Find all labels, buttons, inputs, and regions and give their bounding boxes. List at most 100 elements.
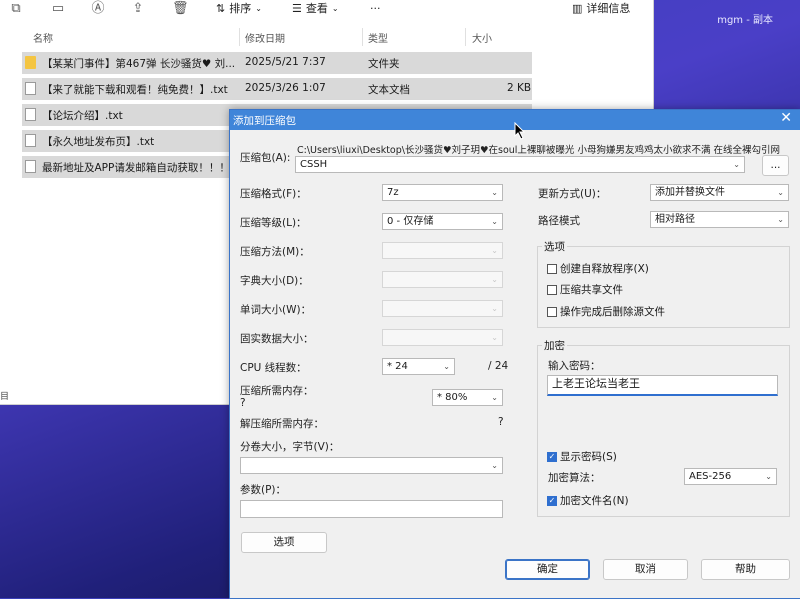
method-select: ⌄ <box>382 242 503 259</box>
details-pane-icon: ▥ <box>572 1 583 15</box>
file-name: 【永久地址发布页】.txt <box>42 136 155 148</box>
path-mode-label: 路径模式 <box>538 215 580 227</box>
chevron-down-icon: ⌄ <box>491 217 498 226</box>
solid-label: 固实数据大小： <box>240 333 314 345</box>
update-value: 添加并替换文件 <box>655 187 725 198</box>
split-size-input[interactable]: ⌄ <box>240 457 503 474</box>
checkbox-box <box>547 284 557 295</box>
chevron-down-icon: ⌄ <box>331 3 339 13</box>
mouse-cursor-icon <box>514 122 526 140</box>
ok-button[interactable]: 确定 <box>505 559 590 580</box>
chevron-down-icon: ⌄ <box>491 188 498 197</box>
format-select[interactable]: 7z ⌄ <box>382 184 503 201</box>
level-value: 0 - 仅存储 <box>387 216 434 227</box>
chevron-down-icon: ⌄ <box>733 160 740 169</box>
share-icon[interactable]: ⇪ <box>130 1 146 17</box>
delete-icon[interactable]: 🗑 <box>172 1 189 17</box>
encryption-method-value: AES-256 <box>689 471 732 482</box>
memory-select[interactable]: * 80% ⌄ <box>432 389 503 406</box>
document-icon <box>25 134 36 147</box>
file-row[interactable]: 【来了就能下载和观看！纯免费！】.txt 2025/3/26 1:07 文本文档… <box>22 78 532 100</box>
chevron-down-icon: ⌄ <box>491 333 498 342</box>
close-icon[interactable]: ✕ <box>780 110 792 126</box>
folder-icon <box>25 56 36 69</box>
copy-icon[interactable]: ⧉ <box>8 1 24 17</box>
show-password-checkbox[interactable]: ✓ 显示密码(S) <box>547 449 617 464</box>
column-divider[interactable] <box>465 28 466 46</box>
explorer-toolbar: ⧉ ▭ Ⓐ ⇪ 🗑 ⇅ 排序 ⌄ ☰ 查看 ⌄ ··· ▥ 详细信息 <box>0 0 653 22</box>
method-label: 压缩方法(M)： <box>240 246 310 258</box>
level-select[interactable]: 0 - 仅存储 ⌄ <box>382 213 503 230</box>
path-mode-select[interactable]: 相对路径 ⌄ <box>650 211 789 228</box>
memory-unknown: ? <box>240 397 246 409</box>
password-value: 上老王论坛当老王 <box>552 377 640 390</box>
memory-value: * 80% <box>437 392 468 403</box>
show-password-label: 显示密码(S) <box>560 451 617 463</box>
document-icon <box>25 82 36 95</box>
cpu-value: * 24 <box>387 361 408 372</box>
add-to-archive-dialog: 添加到压缩包 ✕ 压缩包(A): C:\Users\liuxi\Desktop\… <box>229 109 800 599</box>
file-date: 2025/3/26 1:07 <box>245 82 326 94</box>
paste-icon[interactable]: ▭ <box>50 1 66 17</box>
encrypt-names-checkbox[interactable]: ✓ 加密文件名(N) <box>547 493 629 508</box>
path-mode-value: 相对路径 <box>655 214 695 225</box>
desktop-label: mgm - 副本 <box>717 15 773 26</box>
sfx-checkbox[interactable]: 创建自释放程序(X) <box>547 261 649 276</box>
delete-after-checkbox[interactable]: 操作完成后删除源文件 <box>547 304 665 319</box>
file-row[interactable]: 【某某门事件】第467弹 长沙骚货♥ 刘... 2025/5/21 7:37 文… <box>22 52 532 74</box>
help-button[interactable]: 帮助 <box>701 559 790 580</box>
update-select[interactable]: 添加并替换文件 ⌄ <box>650 184 789 201</box>
password-input[interactable]: 上老王论坛当老王 <box>547 375 778 396</box>
column-type[interactable]: 类型 <box>368 30 388 45</box>
encrypt-names-label: 加密文件名(N) <box>560 495 629 507</box>
options-group-title: 选项 <box>542 239 567 254</box>
chevron-down-icon: ⌄ <box>491 304 498 313</box>
chevron-down-icon: ⌄ <box>443 362 450 371</box>
archive-name-value: CSSH <box>300 159 328 170</box>
update-label: 更新方式(U)： <box>538 188 607 200</box>
details-button[interactable]: ▥ 详细信息 <box>572 0 630 16</box>
encryption-method-select[interactable]: AES-256 ⌄ <box>684 468 777 485</box>
sort-button[interactable]: ⇅ 排序 ⌄ <box>216 0 262 16</box>
chevron-down-icon: ⌄ <box>491 275 498 284</box>
format-label: 压缩格式(F)： <box>240 188 307 200</box>
browse-button[interactable]: ... <box>762 155 789 176</box>
rename-icon[interactable]: Ⓐ <box>90 1 106 17</box>
archive-label: 压缩包(A): <box>240 152 291 164</box>
cpu-select[interactable]: * 24 ⌄ <box>382 358 455 375</box>
chevron-down-icon: ⌄ <box>491 393 498 402</box>
params-label: 参数(P)： <box>240 484 287 496</box>
sort-icon: ⇅ <box>216 1 226 15</box>
format-value: 7z <box>387 187 399 198</box>
document-icon <box>25 108 36 121</box>
details-label: 详细信息 <box>586 2 631 15</box>
column-name[interactable]: 名称 <box>33 30 53 45</box>
password-label: 输入密码： <box>548 360 601 372</box>
encryption-group-title: 加密 <box>542 338 567 353</box>
column-divider[interactable] <box>362 28 363 46</box>
view-button[interactable]: ☰ 查看 ⌄ <box>292 0 339 16</box>
file-type: 文本文档 <box>368 84 410 96</box>
archive-name-input[interactable]: CSSH ⌄ <box>295 156 745 173</box>
chevron-down-icon: ⌄ <box>491 461 498 470</box>
file-name: 【来了就能下载和观看！纯免费！】.txt <box>42 84 228 96</box>
params-input[interactable] <box>240 500 503 518</box>
shared-files-checkbox[interactable]: 压缩共享文件 <box>547 282 623 297</box>
options-button[interactable]: 选项 <box>241 532 327 553</box>
view-icon: ☰ <box>292 1 302 15</box>
column-size[interactable]: 大小 <box>472 30 492 45</box>
column-date[interactable]: 修改日期 <box>245 30 285 45</box>
more-button[interactable]: ··· <box>370 0 381 16</box>
dict-select: ⌄ <box>382 271 503 288</box>
status-bar: 目 <box>0 392 10 402</box>
sfx-label: 创建自释放程序(X) <box>560 263 649 275</box>
check-icon: ✓ <box>547 495 557 506</box>
dialog-title: 添加到压缩包 <box>233 115 296 127</box>
cpu-label: CPU 线程数： <box>240 362 307 374</box>
decompress-memory-value: ? <box>498 416 504 428</box>
column-divider[interactable] <box>239 28 240 46</box>
chevron-down-icon: ⌄ <box>255 3 262 13</box>
chevron-down-icon: ⌄ <box>765 472 772 481</box>
cancel-button[interactable]: 取消 <box>603 559 688 580</box>
chevron-down-icon: ⌄ <box>777 215 784 224</box>
